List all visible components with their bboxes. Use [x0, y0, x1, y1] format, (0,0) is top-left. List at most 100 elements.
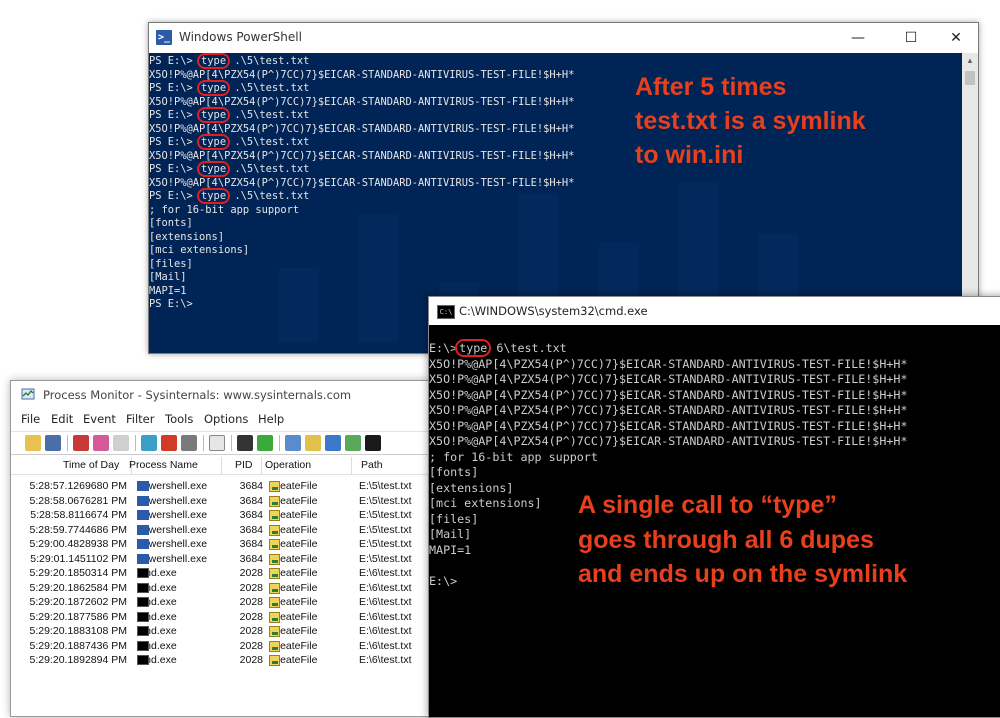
cell-pid: 3684 [239, 494, 263, 507]
procmon-window[interactable]: Process Monitor - Sysinternals: www.sysi… [10, 380, 432, 717]
filesystem-icon [269, 568, 280, 579]
filesystem-icon [269, 582, 280, 594]
table-row[interactable]: 5:29:20.1872602 PM cmd.exe 2028 CreateFile E… [11, 595, 431, 610]
col-time[interactable]: Time of Day [63, 459, 119, 471]
line-text: [Mail] [429, 527, 472, 541]
table-row[interactable]: 5:28:57.1269680 PM powershell.exe 3684 Crea… [11, 479, 431, 494]
cell-process: powershell.exe [137, 538, 207, 550]
filesystem-icon [269, 524, 280, 536]
menu-help[interactable]: Help [258, 412, 284, 426]
cell-process: powershell.exe [137, 524, 207, 536]
col-path[interactable]: Path [361, 459, 383, 471]
cmd-line: X5O!P%@AP[4\PZX54(P^)7CC)7}$EICAR-STANDA… [429, 434, 1000, 450]
open-icon[interactable] [25, 435, 41, 451]
cmd-annotation: A single call to “type” goes through all … [578, 488, 907, 592]
filesystem-icon [269, 510, 280, 521]
line-text: X5O!P%@AP[4\PZX54(P^)7CC)7}$EICAR-STANDA… [149, 149, 575, 162]
cell-pid: 2028 [239, 581, 263, 594]
autoscroll-icon[interactable] [93, 435, 109, 451]
highlight-icon[interactable] [161, 435, 177, 451]
cell-time: 5:28:59.7744686 PM [29, 523, 128, 536]
jump-icon[interactable] [257, 435, 273, 451]
find-icon[interactable] [237, 435, 253, 451]
network-activity-icon[interactable] [325, 435, 341, 451]
menu-options[interactable]: Options [204, 412, 248, 426]
cmd-icon [137, 640, 149, 651]
cmd-line: E:\> type 6\test.txt [429, 339, 1000, 357]
scrollbar-thumb[interactable] [965, 71, 975, 85]
col-process[interactable]: Process Name [129, 459, 198, 471]
maximize-button[interactable]: ☐ [891, 23, 931, 53]
powershell-line: [fonts] [149, 217, 962, 231]
line-argument: .\5\test.txt [228, 55, 310, 67]
cmd-icon [137, 655, 149, 665]
menu-file[interactable]: File [21, 412, 40, 426]
powershell-line: PS E:\> type .\5\test.txt [149, 53, 962, 69]
cell-operation: CreateFile [269, 640, 317, 652]
col-operation[interactable]: Operation [265, 459, 311, 471]
filesystem-icon[interactable] [305, 435, 321, 451]
table-row[interactable]: 5:28:58.8116674 PM powershell.exe 3684 Crea… [11, 508, 431, 523]
cmd-icon: C:\ [437, 305, 455, 319]
cell-time: 5:28:57.1269680 PM [29, 480, 128, 492]
table-row[interactable]: 5:28:59.7744686 PM powershell.exe 3684 Crea… [11, 523, 431, 538]
properties-icon[interactable] [209, 435, 225, 451]
table-row[interactable]: 5:29:20.1862584 PM cmd.exe 2028 CreateFile E… [11, 581, 431, 596]
process-activity-icon[interactable] [345, 435, 361, 451]
table-row[interactable]: 5:29:20.1883108 PM cmd.exe 2028 CreateFile E… [11, 624, 431, 639]
cmd-line: X5O!P%@AP[4\PZX54(P^)7CC)7}$EICAR-STANDA… [429, 403, 1000, 419]
registry-icon[interactable] [285, 435, 301, 451]
line-argument: 6\test.txt [489, 341, 567, 355]
table-row[interactable]: 5:28:58.0676281 PM powershell.exe 3684 Crea… [11, 494, 431, 509]
filter-icon[interactable] [141, 435, 157, 451]
type-command-highlight: type [197, 188, 231, 204]
close-button[interactable]: ✕ [936, 23, 976, 53]
table-row[interactable]: 5:29:20.1877586 PM cmd.exe 2028 CreateFile E… [11, 610, 431, 625]
powershell-titlebar[interactable]: >_ Windows PowerShell — ☐ ✕ [149, 23, 978, 53]
cell-path: E:\6\test.txt [359, 567, 412, 579]
network-icon[interactable] [181, 435, 197, 451]
clear-icon[interactable] [113, 435, 129, 451]
cell-operation: CreateFile [269, 495, 317, 507]
save-icon[interactable] [45, 435, 61, 451]
cell-path: E:\6\test.txt [359, 625, 412, 637]
scroll-up-icon[interactable]: ▲ [962, 53, 978, 69]
line-text: [extensions] [149, 230, 225, 243]
cell-path: E:\5\test.txt [359, 523, 412, 536]
minimize-button[interactable]: — [838, 23, 878, 53]
menu-filter[interactable]: Filter [126, 412, 154, 426]
annotation-line: and ends up on the symlink [578, 560, 908, 588]
menu-edit[interactable]: Edit [51, 412, 73, 426]
filesystem-icon [269, 655, 280, 666]
menu-event[interactable]: Event [83, 412, 116, 426]
filesystem-icon [269, 553, 280, 565]
cmd-icon [137, 611, 149, 622]
table-row[interactable]: 5:29:20.1850314 PM cmd.exe 2028 CreateFile E… [11, 566, 431, 581]
table-row[interactable]: 5:29:01.1451102 PM powershell.exe 3684 Crea… [11, 552, 431, 567]
capture-icon[interactable] [73, 435, 89, 451]
procmon-titlebar[interactable]: Process Monitor - Sysinternals: www.sysi… [11, 381, 431, 407]
cell-process: cmd.exe [137, 567, 177, 579]
cell-process: cmd.exe [137, 596, 177, 608]
cell-time: 5:28:58.0676281 PM [29, 494, 128, 507]
menu-tools[interactable]: Tools [165, 412, 193, 426]
powershell-line: [files] [149, 258, 962, 272]
procmon-menubar: File Edit Event Filter Tools Options Help [11, 409, 431, 429]
cell-operation: CreateFile [269, 611, 317, 623]
cell-path: E:\5\test.txt [359, 552, 412, 565]
annotation-line: test.txt is a symlink [635, 107, 866, 135]
cmd-titlebar[interactable]: C:\ C:\WINDOWS\system32\cmd.exe [429, 297, 1000, 325]
table-row[interactable]: 5:29:20.1887436 PM cmd.exe 2028 CreateFile E… [11, 639, 431, 654]
table-row[interactable]: 5:29:20.1892894 PM cmd.exe 2028 CreateFile E… [11, 653, 431, 668]
cell-time: 5:29:20.1877586 PM [29, 610, 128, 623]
cell-time: 5:28:58.8116674 PM [30, 509, 127, 521]
procmon-toolbar [11, 431, 431, 455]
powershell-icon [137, 524, 149, 535]
col-pid[interactable]: PID [235, 459, 253, 471]
profiling-icon[interactable] [365, 435, 381, 451]
line-argument: .\5\test.txt [228, 190, 310, 202]
line-text: E:\> [429, 573, 458, 588]
filesystem-icon [269, 481, 280, 492]
cell-pid: 2028 [239, 567, 263, 579]
table-row[interactable]: 5:29:00.4828938 PM powershell.exe 3684 Crea… [11, 537, 431, 552]
